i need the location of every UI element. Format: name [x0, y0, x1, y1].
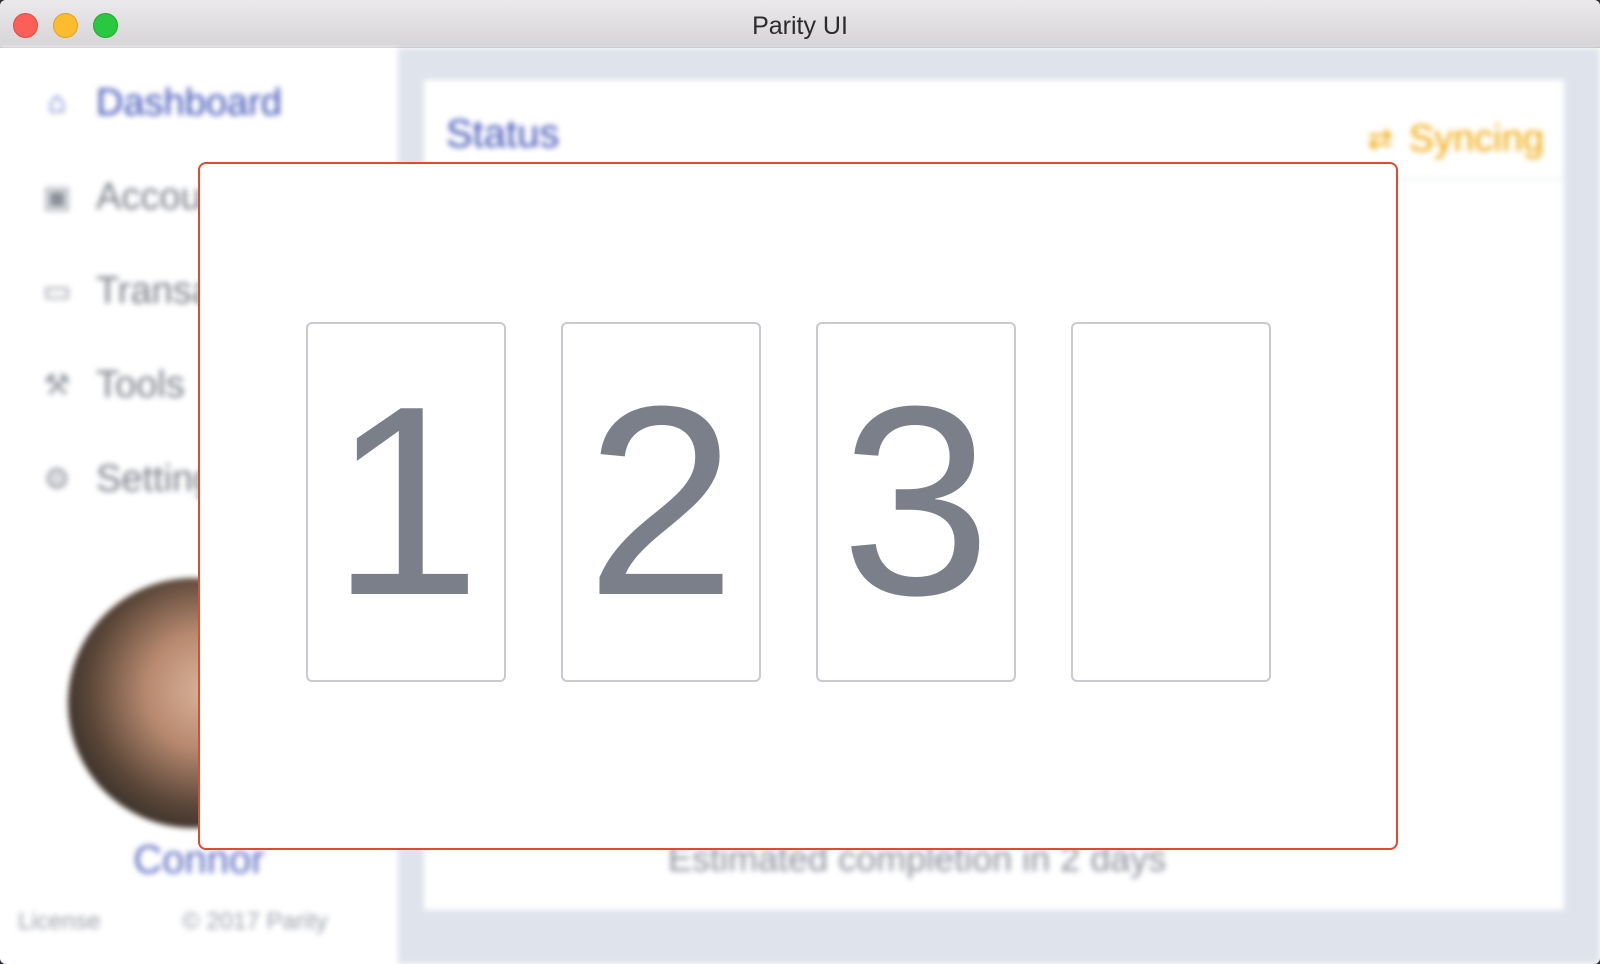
wrench-icon: ⚒ [43, 368, 71, 402]
sidebar-item-tools[interactable]: ⚒ Tools [38, 360, 185, 410]
sidebar-item-label: Tools [96, 363, 185, 406]
sync-status-label: Syncing [1408, 118, 1544, 160]
pin-digit-2[interactable]: 2 [561, 322, 761, 682]
pin-digit-3[interactable]: 3 [816, 322, 1016, 682]
status-title: Status [446, 112, 560, 156]
gear-icon: ⚙ [43, 462, 71, 496]
license-link[interactable]: License [18, 908, 101, 936]
sidebar-item-label: Dashboard [96, 81, 282, 124]
pin-entry-modal: 1 2 3 [198, 162, 1398, 850]
window-title: Parity UI [752, 12, 848, 40]
copyright-text: © 2017 Parity [182, 908, 328, 935]
sync-status-badge: ⇄ Syncing [1368, 118, 1544, 161]
card-icon: ▭ [42, 274, 72, 308]
sidebar-item-dashboard[interactable]: ⌂ Dashboard [38, 78, 282, 128]
pin-digit-1[interactable]: 1 [306, 322, 506, 682]
title-bar: Parity UI [0, 0, 1600, 48]
home-icon: ⌂ [47, 86, 67, 119]
account-icon: ▣ [42, 180, 72, 214]
pin-digit-4[interactable] [1071, 322, 1271, 682]
app-window: Parity UI ⌂ Dashboard ▣ Accounts ▭ Trans… [0, 0, 1600, 964]
sync-icon: ⇄ [1367, 123, 1393, 156]
